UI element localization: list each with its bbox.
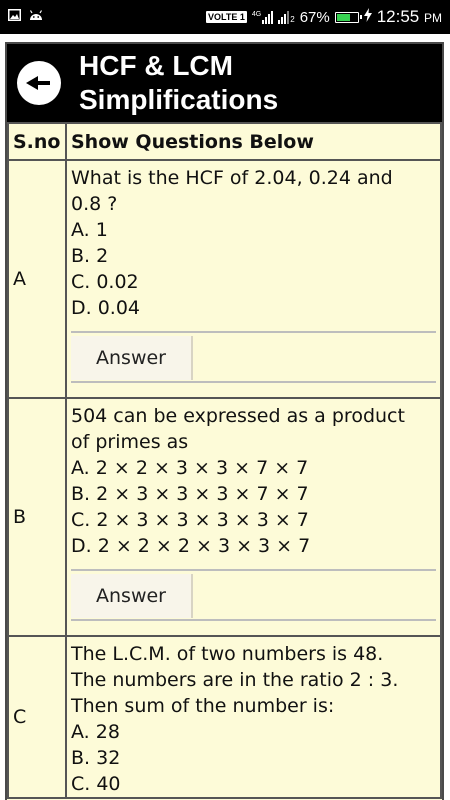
- question-line: The L.C.M. of two numbers is 48.: [71, 643, 384, 665]
- option-b: B. 32: [71, 747, 121, 769]
- back-button[interactable]: [17, 61, 61, 105]
- sim1-signal-icon: 4G: [251, 10, 274, 24]
- question-cell: 504 can be expressed as a product of pri…: [65, 397, 442, 637]
- table-row: B 504 can be expressed as a product of p…: [7, 397, 442, 637]
- column-header-sno: S.no: [7, 122, 67, 161]
- page-title-line1: HCF & LCM: [79, 50, 233, 81]
- image-notification-icon: [8, 8, 21, 26]
- option-b: B. 2 × 3 × 3 × 3 × 7 × 7: [71, 483, 309, 505]
- option-a: A. 1: [71, 219, 108, 241]
- clock: 12:55 PM: [377, 7, 442, 27]
- question-cell: The L.C.M. of two numbers is 48. The num…: [65, 635, 442, 799]
- table-row: C The L.C.M. of two numbers is 48. The n…: [7, 635, 442, 799]
- row-sno: B: [7, 397, 67, 637]
- battery-icon: [334, 11, 362, 23]
- clock-ampm: PM: [424, 11, 442, 25]
- answer-area: Answer: [71, 331, 436, 383]
- answer-button[interactable]: Answer: [71, 574, 193, 618]
- battery-fill: [336, 13, 350, 21]
- question-line: The numbers are in the ratio 2 : 3.: [71, 669, 399, 691]
- question-line: 504 can be expressed as a product: [71, 405, 405, 427]
- answer-button[interactable]: Answer: [71, 336, 193, 380]
- app-header: HCF & LCM Simplifications: [7, 44, 442, 122]
- question-line: Then sum of the number is:: [71, 695, 335, 717]
- sim2-tag: 2: [290, 14, 295, 24]
- row-sno: C: [7, 635, 67, 799]
- question-line: What is the HCF of 2.04, 0.24 and: [71, 167, 393, 189]
- page-title-line2: Simplifications: [79, 84, 279, 115]
- sim1-network-tag: 4G: [251, 10, 262, 18]
- question-line: of primes as: [71, 431, 189, 453]
- volte-badge: VOLTE 1: [206, 11, 247, 23]
- status-bar: VOLTE 1 4G 2 67% 12:55 PM: [0, 0, 450, 34]
- column-header-questions: Show Questions Below: [65, 122, 442, 161]
- question-text: The L.C.M. of two numbers is 48. The num…: [71, 641, 436, 719]
- option-a: A. 28: [71, 721, 120, 743]
- question-text: What is the HCF of 2.04, 0.24 and 0.8 ?: [71, 165, 436, 217]
- option-d: D. 0.04: [71, 297, 141, 319]
- question-cell: What is the HCF of 2.04, 0.24 and 0.8 ? …: [65, 159, 442, 399]
- option-c: C. 0.02: [71, 271, 139, 293]
- charging-icon: [363, 8, 372, 26]
- android-icon: [29, 8, 43, 26]
- option-d: D. 2 × 2 × 2 × 3 × 3 × 7: [71, 535, 311, 557]
- question-line: 0.8 ?: [71, 193, 118, 215]
- back-arrow-icon: [26, 76, 50, 90]
- sim2-signal-icon: 2: [278, 10, 295, 24]
- option-b: B. 2: [71, 245, 109, 267]
- battery-percent: 67%: [299, 8, 330, 26]
- option-c: C. 40: [71, 773, 121, 795]
- question-text: 504 can be expressed as a product of pri…: [71, 403, 436, 455]
- table-row: A What is the HCF of 2.04, 0.24 and 0.8 …: [7, 159, 442, 399]
- row-sno: A: [7, 159, 67, 399]
- answer-area: Answer: [71, 569, 436, 621]
- option-a: A. 2 × 2 × 3 × 3 × 7 × 7: [71, 457, 309, 479]
- questions-table: S.no Show Questions Below A What is the …: [7, 122, 442, 799]
- clock-time: 12:55: [376, 7, 420, 26]
- option-c: C. 2 × 3 × 3 × 3 × 3 × 7: [71, 509, 309, 531]
- page-title: HCF & LCM Simplifications: [79, 49, 278, 117]
- table-header-row: S.no Show Questions Below: [7, 122, 442, 161]
- content-frame: HCF & LCM Simplifications S.no Show Ques…: [5, 42, 444, 800]
